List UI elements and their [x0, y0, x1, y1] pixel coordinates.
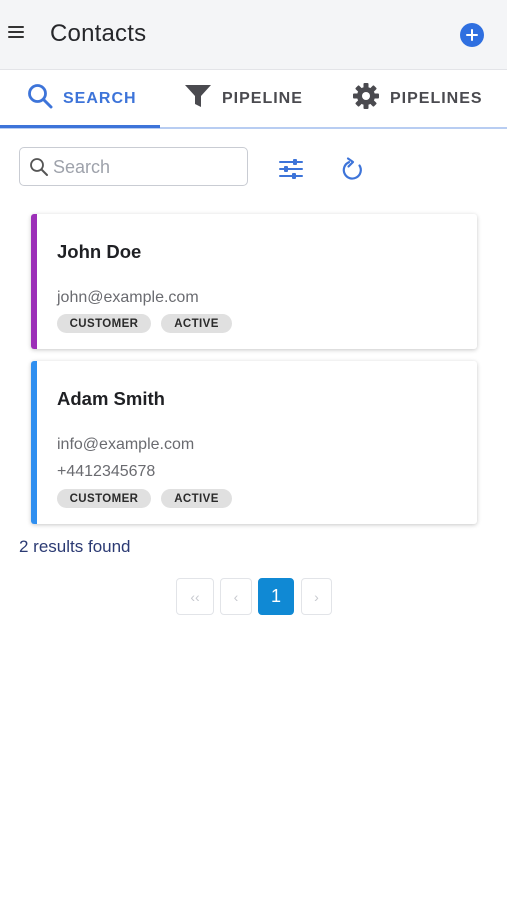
tab-pipelines[interactable]: PIPELINES: [352, 70, 483, 127]
contact-color-stripe: [31, 214, 37, 349]
app-bar: Contacts: [0, 0, 507, 70]
funnel-icon: [184, 83, 212, 114]
next-page-button[interactable]: ›: [301, 578, 332, 615]
contact-card[interactable]: Adam Smith info@example.com +4412345678 …: [31, 361, 477, 524]
active-tab-indicator: [0, 125, 160, 128]
contact-email: john@example.com: [57, 289, 199, 306]
contact-email: info@example.com: [57, 436, 195, 453]
search-input[interactable]: [53, 154, 243, 180]
previous-page-button[interactable]: ‹: [220, 578, 252, 615]
search-field[interactable]: [19, 147, 248, 186]
page-1-button[interactable]: 1: [258, 578, 294, 615]
page-title: Contacts: [50, 20, 147, 47]
tab-search-label: SEARCH: [63, 89, 137, 107]
hamburger-menu-icon[interactable]: [8, 26, 24, 40]
contact-phone: +4412345678: [57, 463, 156, 480]
contact-color-stripe: [31, 361, 37, 524]
tab-search[interactable]: SEARCH: [27, 70, 137, 127]
tab-pipeline[interactable]: PIPELINE: [184, 70, 303, 127]
search-field-icon: [30, 158, 48, 176]
results-count: 2 results found: [19, 537, 131, 556]
tag-badge: ACTIVE: [161, 489, 232, 508]
contact-name: John Doe: [57, 241, 142, 262]
contact-card[interactable]: John Doe john@example.com CUSTOMER ACTIV…: [31, 214, 477, 349]
tab-pipeline-label: PIPELINE: [222, 89, 303, 107]
tag-badge: ACTIVE: [161, 314, 232, 333]
search-icon: [27, 83, 53, 114]
tag-badge: CUSTOMER: [57, 314, 151, 333]
refresh-icon[interactable]: [340, 156, 366, 189]
tab-bar: SEARCH PIPELINE PIPELINES: [0, 70, 507, 129]
sliders-icon[interactable]: [278, 157, 304, 186]
add-contact-button[interactable]: [460, 23, 484, 47]
contact-name: Adam Smith: [57, 388, 165, 409]
tab-pipelines-label: PIPELINES: [390, 89, 483, 107]
first-page-button[interactable]: ‹‹: [176, 578, 214, 615]
tag-badge: CUSTOMER: [57, 489, 151, 508]
gear-icon: [352, 82, 380, 115]
